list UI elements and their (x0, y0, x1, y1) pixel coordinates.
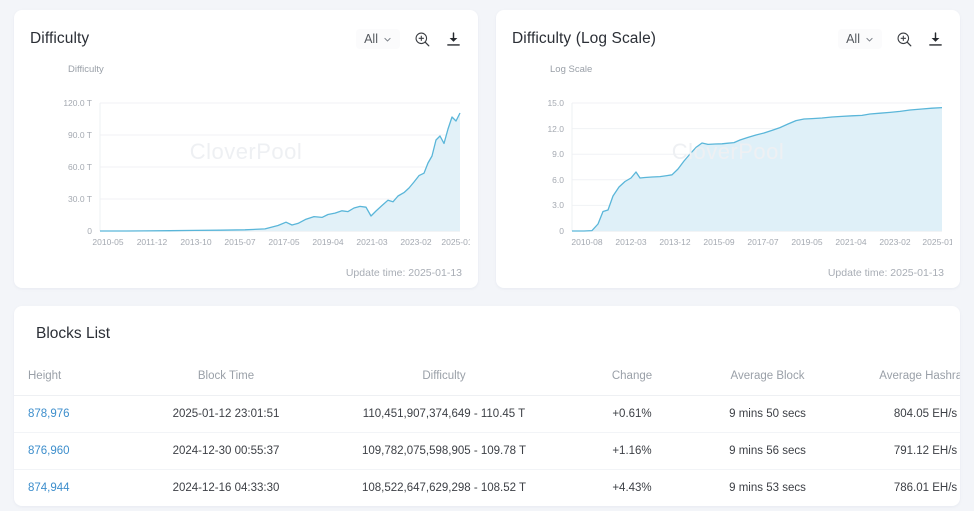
download-icon[interactable] (926, 30, 944, 48)
column-header-difficulty: Difficulty (315, 364, 573, 396)
table-row: 878,976 2025-01-12 23:01:51 110,451,907,… (14, 396, 960, 433)
y-axis-title: Difficulty (68, 64, 462, 75)
cell-block-time: 2024-12-30 00:55:37 (137, 433, 315, 470)
range-select-dropdown[interactable]: All (838, 29, 882, 49)
range-select-value: All (846, 32, 860, 46)
column-header-average-block: Average Block (691, 364, 844, 396)
cell-height: 874,944 (14, 470, 137, 507)
svg-text:30.0 T: 30.0 T (68, 194, 92, 204)
difficulty-log-chart-card: Difficulty (Log Scale) All (496, 10, 960, 288)
block-height-link[interactable]: 876,960 (28, 445, 70, 457)
svg-text:2013-10: 2013-10 (180, 237, 211, 247)
blocks-table-head: Height Block Time Difficulty Change Aver… (14, 364, 960, 396)
blocks-table-body: 878,976 2025-01-12 23:01:51 110,451,907,… (14, 396, 960, 507)
svg-text:2012-03: 2012-03 (615, 237, 646, 247)
difficulty-plot-svg: 120.0 T 90.0 T 60.0 T 30.0 T 0 2010-05 2… (30, 77, 470, 249)
cell-height: 876,960 (14, 433, 137, 470)
page-root: Difficulty All (0, 0, 974, 511)
svg-text:2017-07: 2017-07 (747, 237, 778, 247)
column-header-change: Change (573, 364, 691, 396)
chevron-down-icon (865, 35, 874, 44)
card-toolbar: All (356, 29, 462, 49)
svg-text:2010-08: 2010-08 (571, 237, 602, 247)
svg-text:9.0: 9.0 (552, 149, 564, 159)
chevron-down-icon (383, 35, 392, 44)
svg-text:2015-09: 2015-09 (703, 237, 734, 247)
cell-difficulty: 108,522,647,629,298 - 108.52 T (315, 470, 573, 507)
card-title: Difficulty (Log Scale) (512, 30, 656, 48)
cell-average-hashrate: 791.12 EH/s (844, 433, 960, 470)
difficulty-log-plot: CloverPool 15.0 12.0 9.0 (512, 77, 944, 249)
svg-text:2025-01: 2025-01 (922, 237, 952, 247)
range-select-dropdown[interactable]: All (356, 29, 400, 49)
zoom-in-icon[interactable] (413, 30, 431, 48)
cell-block-time: 2024-12-16 04:33:30 (137, 470, 315, 507)
column-header-block-time: Block Time (137, 364, 315, 396)
table-header-row: Height Block Time Difficulty Change Aver… (14, 364, 960, 396)
cell-height: 878,976 (14, 396, 137, 433)
blocks-table: Height Block Time Difficulty Change Aver… (14, 364, 960, 506)
svg-text:0: 0 (559, 226, 564, 236)
svg-text:2023-02: 2023-02 (879, 237, 910, 247)
difficulty-plot: CloverPool 120.0 T 90.0 T (30, 77, 462, 249)
svg-text:2011-12: 2011-12 (137, 237, 168, 247)
card-toolbar: All (838, 29, 944, 49)
svg-text:0: 0 (87, 226, 92, 236)
svg-text:2019-04: 2019-04 (312, 237, 343, 247)
update-time: Update time: 2025-01-13 (828, 267, 944, 279)
svg-text:2023-02: 2023-02 (400, 237, 431, 247)
svg-text:2025-01: 2025-01 (441, 237, 470, 247)
blocks-list-title: Blocks List (14, 306, 960, 343)
column-header-average-hashrate: Average Hashrate (844, 364, 960, 396)
svg-text:120.0 T: 120.0 T (63, 98, 92, 108)
svg-text:2015-07: 2015-07 (224, 237, 255, 247)
svg-text:6.0: 6.0 (552, 175, 564, 185)
cell-difficulty: 110,451,907,374,649 - 110.45 T (315, 396, 573, 433)
svg-text:15.0: 15.0 (547, 98, 564, 108)
svg-text:2021-04: 2021-04 (835, 237, 866, 247)
cell-difficulty: 109,782,075,598,905 - 109.78 T (315, 433, 573, 470)
table-row: 874,944 2024-12-16 04:33:30 108,522,647,… (14, 470, 960, 507)
block-height-link[interactable]: 878,976 (28, 408, 70, 420)
svg-text:60.0 T: 60.0 T (68, 162, 92, 172)
cell-average-block: 9 mins 56 secs (691, 433, 844, 470)
zoom-in-icon[interactable] (895, 30, 913, 48)
svg-text:90.0 T: 90.0 T (68, 130, 92, 140)
block-height-link[interactable]: 874,944 (28, 482, 70, 494)
range-select-value: All (364, 32, 378, 46)
cell-change: +4.43% (573, 470, 691, 507)
cell-change: +0.61% (573, 396, 691, 433)
blocks-list-card: Blocks List Height Block Time Difficulty… (14, 306, 960, 506)
download-icon[interactable] (444, 30, 462, 48)
svg-text:3.0: 3.0 (552, 200, 564, 210)
difficulty-log-plot-svg: 15.0 12.0 9.0 6.0 3.0 0 2010-08 2012-03 … (512, 77, 952, 249)
log-difficulty-area (572, 108, 942, 231)
card-header: Difficulty (Log Scale) All (512, 24, 944, 54)
column-header-height: Height (14, 364, 137, 396)
difficulty-area (100, 113, 460, 231)
cell-block-time: 2025-01-12 23:01:51 (137, 396, 315, 433)
card-header: Difficulty All (30, 24, 462, 54)
difficulty-chart-card: Difficulty All (14, 10, 478, 288)
table-row: 876,960 2024-12-30 00:55:37 109,782,075,… (14, 433, 960, 470)
svg-text:2010-05: 2010-05 (92, 237, 123, 247)
cell-average-block: 9 mins 50 secs (691, 396, 844, 433)
cell-average-hashrate: 786.01 EH/s (844, 470, 960, 507)
y-axis-title: Log Scale (550, 64, 944, 75)
svg-text:2019-05: 2019-05 (791, 237, 822, 247)
svg-text:2017-05: 2017-05 (268, 237, 299, 247)
svg-text:2021-03: 2021-03 (356, 237, 387, 247)
svg-text:12.0: 12.0 (547, 124, 564, 134)
cell-average-block: 9 mins 53 secs (691, 470, 844, 507)
cell-change: +1.16% (573, 433, 691, 470)
cell-average-hashrate: 804.05 EH/s (844, 396, 960, 433)
svg-text:2013-12: 2013-12 (659, 237, 690, 247)
update-time: Update time: 2025-01-13 (346, 267, 462, 279)
charts-row: Difficulty All (14, 10, 960, 288)
card-title: Difficulty (30, 30, 89, 48)
